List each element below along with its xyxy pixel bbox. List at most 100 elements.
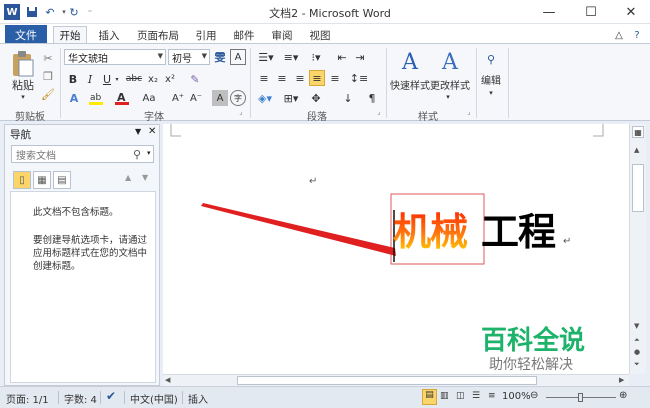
zoom-level[interactable]: 100%: [502, 391, 531, 402]
decrease-indent-icon[interactable]: ⇤: [334, 49, 350, 65]
next-icon[interactable]: ▼: [142, 173, 148, 182]
word-icon[interactable]: W: [4, 4, 20, 20]
horizontal-scrollbar[interactable]: ◀ ▶: [163, 374, 629, 386]
shrink-font-button[interactable]: A⁻: [188, 90, 204, 106]
text-effects-icon[interactable]: A: [66, 90, 82, 106]
scrollbar-thumb[interactable]: [632, 164, 644, 212]
outline-icon[interactable]: ☰: [472, 391, 480, 401]
copy-icon[interactable]: ❐: [40, 68, 56, 84]
align-left-icon[interactable]: ≡: [256, 70, 272, 86]
grow-font-button[interactable]: A⁺: [170, 90, 186, 106]
show-marks-icon[interactable]: ¶: [364, 90, 380, 106]
paste-button[interactable]: 粘贴: [10, 78, 36, 92]
draft-icon[interactable]: ≡: [488, 391, 496, 401]
chevron-down-icon[interactable]: ▾: [147, 149, 151, 157]
save-icon[interactable]: [24, 4, 40, 20]
tab-file[interactable]: 文件: [5, 25, 47, 44]
search-icon[interactable]: ⚲: [133, 148, 141, 161]
minimize-button[interactable]: —: [530, 0, 568, 24]
ruler-toggle-icon[interactable]: ▦: [632, 126, 644, 138]
dialog-launcher-icon[interactable]: ⌟: [464, 107, 474, 117]
zoom-out-icon[interactable]: ⊖: [530, 390, 538, 401]
justify-icon[interactable]: ≡: [309, 70, 325, 86]
previous-page-icon[interactable]: ⏶: [634, 336, 640, 345]
format-painter-icon[interactable]: 🖌: [40, 86, 56, 102]
text-run-black[interactable]: 工程: [481, 210, 556, 254]
bullets-icon[interactable]: ☰▾: [254, 49, 278, 65]
browse-object-icon[interactable]: ●: [634, 348, 640, 356]
enclose-char-button[interactable]: 字: [230, 90, 246, 106]
tab-browse-headings[interactable]: ▯: [13, 171, 31, 189]
text-run-gradient[interactable]: 机械: [393, 210, 468, 254]
align-center-icon[interactable]: ≡: [274, 70, 290, 86]
tab-references[interactable]: 引用: [192, 26, 220, 44]
tab-mailings[interactable]: 邮件: [230, 26, 258, 44]
bold-button[interactable]: B: [66, 71, 80, 87]
scroll-right-icon[interactable]: ▶: [619, 376, 624, 384]
line-spacing-icon[interactable]: ↕≡: [348, 70, 370, 86]
vertical-scrollbar[interactable]: ▦ ▲ ▼ ⏶ ● ⏷: [629, 124, 646, 374]
dialog-launcher-icon[interactable]: ⌟: [236, 107, 246, 117]
zoom-in-icon[interactable]: ⊕: [619, 390, 627, 401]
web-layout-icon[interactable]: ◫: [456, 391, 465, 401]
underline-dropdown-icon[interactable]: ▾: [113, 71, 121, 87]
tab-home[interactable]: 开始: [53, 26, 87, 44]
chevron-down-icon[interactable]: ▼: [202, 52, 207, 60]
close-icon[interactable]: ✕: [148, 126, 156, 137]
scrollbar-thumb[interactable]: [237, 376, 537, 385]
numbering-icon[interactable]: ≡▾: [279, 49, 303, 65]
multilevel-list-icon[interactable]: ⁝▾: [304, 49, 328, 65]
redo-icon[interactable]: ↻: [66, 4, 82, 20]
subscript-button[interactable]: x₂: [146, 71, 160, 87]
sort-icon[interactable]: ↓: [340, 90, 356, 106]
cut-icon[interactable]: ✂: [40, 50, 56, 66]
char-shading-button[interactable]: A: [212, 90, 228, 106]
align-right-icon[interactable]: ≡: [292, 70, 308, 86]
chinese-layout-icon[interactable]: ✥: [308, 90, 324, 106]
tab-browse-pages[interactable]: ▦: [33, 171, 51, 189]
strikethrough-button[interactable]: abc: [124, 71, 144, 87]
change-styles-icon[interactable]: A: [436, 48, 464, 76]
scroll-up-icon[interactable]: ▲: [634, 146, 639, 154]
increase-indent-icon[interactable]: ⇥: [352, 49, 368, 65]
underline-button[interactable]: U: [100, 71, 114, 87]
dialog-launcher-icon[interactable]: ⌟: [374, 107, 384, 117]
font-size-combo[interactable]: 初号 ▼: [168, 49, 210, 65]
quick-styles-icon[interactable]: A: [396, 48, 424, 76]
tab-page-layout[interactable]: 页面布局: [134, 26, 182, 44]
tab-browse-results[interactable]: ▤: [53, 171, 71, 189]
font-name-combo[interactable]: 华文琥珀 ▼: [64, 49, 166, 65]
font-color-icon[interactable]: A: [114, 90, 130, 106]
scroll-left-icon[interactable]: ◀: [165, 376, 170, 384]
insert-mode[interactable]: 插入: [188, 391, 208, 406]
zoom-slider-thumb[interactable]: [578, 393, 583, 402]
superscript-button[interactable]: x²: [163, 71, 177, 87]
paste-icon[interactable]: [8, 49, 38, 79]
quick-styles-button[interactable]: 快速样式: [388, 77, 432, 92]
char-border-button[interactable]: A: [230, 49, 246, 65]
chevron-down-icon[interactable]: ▼: [158, 52, 163, 60]
tab-insert[interactable]: 插入: [94, 26, 124, 44]
highlight-color-icon[interactable]: ab: [88, 90, 104, 106]
help-icon[interactable]: ?: [630, 26, 644, 44]
tab-view[interactable]: 视图: [306, 26, 334, 44]
nav-options-icon[interactable]: ▼: [135, 127, 141, 136]
scroll-down-icon[interactable]: ▼: [634, 322, 639, 330]
change-styles-button[interactable]: 更改样式: [430, 77, 470, 92]
full-screen-reading-icon[interactable]: ▥: [440, 391, 449, 401]
phonetic-guide-button[interactable]: 雯: [212, 49, 228, 65]
close-button[interactable]: ✕: [612, 0, 650, 24]
tab-review[interactable]: 审阅: [268, 26, 296, 44]
editing-button[interactable]: 编辑: [478, 72, 504, 87]
distributed-icon[interactable]: ≡: [327, 70, 343, 86]
print-layout-icon[interactable]: ▤: [422, 389, 437, 405]
language-indicator[interactable]: 中文(中国): [130, 391, 178, 406]
next-page-icon[interactable]: ⏷: [634, 360, 640, 369]
maximize-button[interactable]: ☐: [572, 0, 610, 24]
minimize-ribbon-icon[interactable]: △: [612, 26, 626, 44]
borders-icon[interactable]: ⊞▾: [280, 90, 302, 106]
word-count[interactable]: 字数: 4: [64, 391, 97, 406]
previous-icon[interactable]: ▲: [125, 173, 131, 182]
shading-icon[interactable]: ◈▾: [254, 90, 276, 106]
customize-icon[interactable]: ⁼: [82, 4, 98, 20]
